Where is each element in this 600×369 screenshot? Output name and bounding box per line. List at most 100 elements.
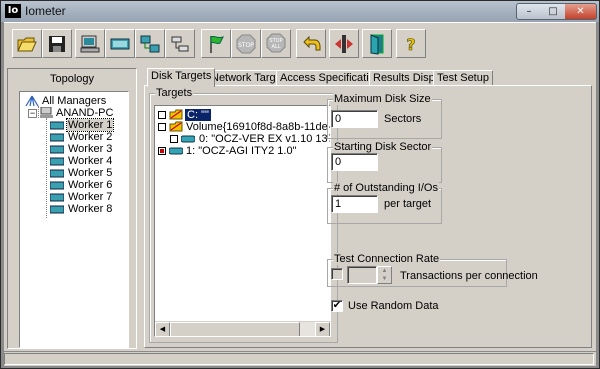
reset-arrow-icon [303, 35, 321, 50]
tree-label: Worker 2 [68, 131, 113, 143]
target-checkbox[interactable] [170, 135, 178, 143]
start-tests-button[interactable] [201, 29, 231, 58]
exit-icon [335, 34, 353, 53]
reset-workers-button[interactable] [296, 29, 326, 58]
duplicate-worker-button[interactable] [135, 29, 165, 58]
disconnect-icon [171, 36, 189, 51]
target-item[interactable]: 0: "OCZ-VER EX v1.10 137" [170, 133, 330, 145]
worker-icon [50, 193, 64, 202]
drive-icon [169, 109, 183, 120]
worker-icon [50, 145, 64, 154]
status-cell [4, 353, 594, 365]
tree-label: Worker 8 [68, 203, 113, 215]
scroll-thumb[interactable] [170, 322, 300, 336]
targets-horizontal-scrollbar[interactable]: ◀ ▶ [155, 321, 330, 336]
target-item[interactable]: Volume{16910f8d-8a8b-11de-aa0 [158, 121, 331, 133]
collapse-icon[interactable]: − [28, 109, 37, 118]
tree-connector [38, 106, 39, 118]
target-checkbox[interactable] [158, 147, 166, 155]
about-label: ? [406, 35, 415, 54]
open-config-button[interactable] [12, 29, 42, 58]
target-item[interactable]: C: "" [158, 109, 328, 121]
stop-button-label: STOP [238, 42, 254, 49]
floppy-disk-icon [49, 35, 65, 52]
stop-all-icon: STOPALL [266, 33, 286, 52]
connection-rate-spinner[interactable]: ▲ ▼ [377, 266, 392, 284]
sectors-unit-label: Sectors [384, 113, 422, 125]
worker-icon [50, 181, 64, 190]
connection-rate-input[interactable] [347, 266, 377, 284]
stop-button[interactable]: STOP [231, 29, 261, 58]
starting-sector-label: Starting Disk Sector [333, 141, 433, 153]
new-network-worker-button[interactable] [105, 29, 135, 58]
settings-pane: Disk Targets Network Targets Access Spec… [141, 68, 594, 349]
all-managers-icon [25, 95, 39, 107]
door-icon [370, 33, 384, 55]
worker-icon [50, 121, 64, 130]
maximize-button[interactable]: □ [541, 3, 566, 20]
computer-icon [80, 35, 100, 52]
target-checkbox[interactable] [158, 123, 166, 131]
tree-label: All Managers [42, 95, 107, 107]
target-checkbox[interactable] [158, 111, 166, 119]
outstanding-ios-input[interactable]: 1 [331, 195, 378, 213]
worker-icon [50, 157, 64, 166]
tree-label: Worker 3 [68, 143, 113, 155]
tree-item-worker-1[interactable]: Worker 1 [50, 118, 126, 132]
close-button[interactable]: ✕ [565, 3, 597, 20]
tree-label: Worker 7 [68, 191, 113, 203]
tab-test-setup[interactable]: Test Setup [433, 70, 493, 86]
disk-icon [181, 135, 195, 143]
app-icon: Io [5, 4, 21, 18]
random-data-label: Use Random Data [348, 300, 439, 312]
tree-connector [46, 118, 47, 218]
disconnect-button[interactable] [165, 29, 195, 58]
transactions-per-connection-label: Transactions per connection [400, 270, 538, 282]
drive-icon [169, 121, 183, 132]
tree-label: Worker 4 [68, 155, 113, 167]
stop-all-button[interactable]: STOP ALL [261, 29, 291, 58]
stop-all-label-2: ALL [272, 44, 281, 50]
starting-sector-input[interactable]: 0 [331, 153, 378, 171]
status-bar [4, 352, 596, 366]
toolbar: STOP STOP ALL ? [4, 22, 596, 65]
new-disk-worker-button[interactable] [75, 29, 105, 58]
max-disk-size-input[interactable]: 0 [331, 110, 378, 128]
title-bar[interactable]: Io Iometer – □ ✕ [1, 1, 599, 22]
minimize-button[interactable]: – [516, 3, 542, 20]
tree-label: ANAND-PC [56, 107, 114, 119]
stop-sign-icon: STOP [236, 34, 256, 53]
target-label: Volume{16910f8d-8a8b-11de-aa0 [186, 121, 331, 133]
targets-group-label: Targets [155, 87, 194, 99]
about-button[interactable]: ? [396, 29, 426, 58]
duplicate-worker-icon [140, 35, 160, 52]
manager-list-button[interactable] [362, 29, 392, 58]
target-label: C: "" [185, 109, 211, 121]
connection-rate-checkbox[interactable] [331, 268, 343, 280]
scroll-right-button[interactable]: ▶ [315, 322, 330, 336]
computer-icon [40, 107, 53, 118]
per-target-label: per target [384, 198, 432, 210]
random-data-checkbox[interactable]: ✔ [331, 300, 343, 312]
target-label: 0: "OCZ-VER EX v1.10 137" [199, 133, 331, 145]
question-mark-icon: ? [406, 34, 416, 54]
disk-targets-panel: Targets C: "" Volume{16910f8d-8a8b-11de-… [144, 85, 592, 348]
target-label: 1: "OCZ-AGI ITY2 1.0" [186, 145, 297, 157]
topology-pane: Topology All Managers − ANAND-PC Worker … [7, 68, 137, 349]
spin-up-icon[interactable]: ▲ [378, 267, 391, 275]
targets-list[interactable]: C: "" Volume{16910f8d-8a8b-11de-aa0 0: "… [154, 105, 331, 337]
green-flag-icon [210, 35, 224, 53]
tree-label: Worker 6 [68, 179, 113, 191]
scroll-left-button[interactable]: ◀ [155, 322, 170, 336]
exit-button[interactable] [329, 29, 359, 58]
worker-icon [50, 205, 64, 214]
save-config-button[interactable] [42, 29, 72, 58]
connection-rate-label: Test Connection Rate [333, 253, 441, 265]
folder-open-icon [17, 37, 37, 51]
window-title: Iometer [25, 4, 66, 18]
target-item[interactable]: 1: "OCZ-AGI ITY2 1.0" [158, 145, 328, 157]
worker-icon [50, 169, 64, 178]
topology-tree[interactable]: All Managers − ANAND-PC Worker 1 Worker … [19, 91, 129, 348]
spin-down-icon[interactable]: ▼ [378, 275, 391, 283]
tab-disk-targets[interactable]: Disk Targets [147, 68, 216, 87]
